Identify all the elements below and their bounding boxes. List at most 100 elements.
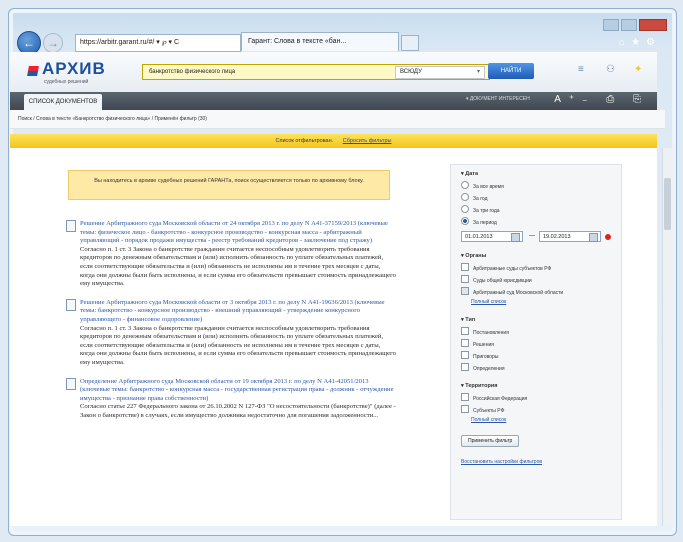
- date-separator: —: [529, 233, 535, 239]
- menu-icon[interactable]: ≡: [578, 64, 584, 75]
- result-title[interactable]: Решение Арбитражного суда Московской обл…: [80, 220, 396, 246]
- filter-group-header[interactable]: ▾ Территория: [461, 383, 611, 389]
- gear-icon[interactable]: ⚙: [646, 37, 661, 48]
- checkbox[interactable]: [461, 351, 469, 359]
- document-icon: [66, 220, 76, 232]
- tab-documents-list[interactable]: СПИСОК ДОКУМЕНТОВ: [24, 94, 102, 110]
- checkbox[interactable]: [461, 327, 469, 335]
- star-icon[interactable]: ★: [631, 37, 646, 48]
- flag-icon: [27, 66, 39, 76]
- scrollbar-thumb[interactable]: [664, 178, 671, 230]
- option-label: Арбитражный суд Московской области: [473, 290, 564, 296]
- territory-option[interactable]: Российская Федерация: [461, 393, 611, 405]
- option-label: За год: [473, 196, 488, 202]
- breadcrumb[interactable]: Поиск / Слова в тексте «Банкротство физи…: [10, 110, 665, 129]
- date-option[interactable]: За все время: [461, 181, 611, 193]
- home-icon[interactable]: ⌂: [619, 37, 631, 48]
- address-bar[interactable]: https://arbitr.garant.ru/#/ ▾ ℘ ▾ C: [75, 34, 241, 52]
- chevron-down-icon: ▾: [476, 69, 480, 75]
- filter-sidebar: ▾ Дата За все время За год За три года З…: [450, 164, 622, 520]
- toolbar: СПИСОК ДОКУМЕНТОВ ▾ ДОКУМЕНТ ИНТЕРЕСЕН A…: [10, 92, 657, 110]
- results-list: Решение Арбитражного суда Московской обл…: [66, 220, 396, 430]
- scrollbar[interactable]: [662, 148, 673, 526]
- option-label: За период: [473, 220, 497, 226]
- filter-group-header[interactable]: ▾ Тип: [461, 317, 611, 323]
- checkbox[interactable]: [461, 405, 469, 413]
- option-label: За три года: [473, 208, 500, 214]
- document-icon: [66, 377, 76, 390]
- filter-group-territory: ▾ Территория Российская Федерация Субъек…: [451, 377, 621, 429]
- type-option[interactable]: Решения: [461, 339, 611, 351]
- radio-button-selected[interactable]: [461, 217, 469, 225]
- territory-option[interactable]: Субъекты РФ: [461, 405, 611, 417]
- error-indicator-icon: [605, 234, 611, 240]
- new-tab-button[interactable]: [401, 35, 419, 51]
- logo-subtitle: судебных решений: [44, 79, 89, 85]
- find-button[interactable]: НАЙТИ: [488, 63, 534, 79]
- result-snippet: Согласно п. 1 ст. 3 Закона о банкротстве…: [80, 245, 396, 288]
- calendar-icon[interactable]: [511, 233, 520, 242]
- maximize-icon[interactable]: [621, 19, 637, 31]
- full-list-link[interactable]: Полный список: [471, 299, 611, 305]
- scope-value: ВСЮДУ: [400, 69, 422, 75]
- archive-notice: Вы находитесь в архиве судебных решений …: [68, 170, 390, 200]
- option-label: Приговоры: [473, 354, 499, 360]
- browser-tab[interactable]: Гарант: Слова в тексте «бан...: [241, 32, 399, 51]
- forward-icon[interactable]: →: [43, 33, 63, 53]
- option-label: Определения: [473, 366, 505, 372]
- date-range: 01.01.2013 — 19.02.2013: [461, 231, 611, 245]
- calendar-icon[interactable]: [589, 233, 598, 242]
- filter-status-bar: Список отфильтрован. Сбросить фильтры: [10, 134, 657, 148]
- minimize-icon[interactable]: [603, 19, 619, 31]
- option-label: Постановления: [473, 330, 509, 336]
- main-content: Вы находитесь в архиве судебных решений …: [10, 148, 657, 526]
- date-option[interactable]: За год: [461, 193, 611, 205]
- filter-group-header[interactable]: ▾ Органы: [461, 253, 611, 259]
- date-to-field[interactable]: 19.02.2013: [539, 231, 601, 242]
- list-item: Решение Арбитражного суда Московской обл…: [66, 220, 396, 289]
- date-from-field[interactable]: 01.01.2013: [461, 231, 523, 242]
- radio-button[interactable]: [461, 193, 469, 201]
- court-option[interactable]: Арбитражный суд Московской области: [461, 287, 611, 299]
- option-label: Арбитражные суды субъектов РФ: [473, 266, 552, 272]
- type-option[interactable]: Приговоры: [461, 351, 611, 363]
- result-snippet: Согласно статье 227 Федерального закона …: [80, 403, 396, 419]
- filter-group-header[interactable]: ▾ Дата: [461, 171, 611, 177]
- list-item: Определение Арбитражного суда Московской…: [66, 377, 396, 421]
- people-icon[interactable]: ⚇: [606, 64, 615, 75]
- restore-filters-link[interactable]: Восстановить настройки фильтров: [461, 459, 611, 465]
- court-option[interactable]: Суды общей юрисдикции: [461, 275, 611, 287]
- option-label: За все время: [473, 184, 504, 190]
- type-option[interactable]: Постановления: [461, 327, 611, 339]
- apply-filter-button[interactable]: Применить фильтр: [461, 435, 520, 447]
- option-label: Российская Федерация: [473, 396, 528, 402]
- window-controls: [601, 19, 667, 33]
- checkbox[interactable]: [461, 363, 469, 371]
- result-title[interactable]: Решение Арбитражного суда Московской обл…: [80, 299, 396, 325]
- checkbox[interactable]: [461, 263, 469, 271]
- filter-group-type: ▾ Тип Постановления Решения Приговоры Оп…: [451, 311, 621, 377]
- option-label: Субъекты РФ: [473, 408, 505, 414]
- light-icon[interactable]: ✦: [634, 64, 642, 75]
- radio-button[interactable]: [461, 181, 469, 189]
- app-header: АРХИВ судебных решений банкротство физич…: [10, 52, 657, 93]
- checkbox-checked[interactable]: [461, 287, 469, 295]
- option-label: Решения: [473, 342, 494, 348]
- court-option[interactable]: Арбитражные суды субъектов РФ: [461, 263, 611, 275]
- scope-select[interactable]: ВСЮДУ ▾: [395, 66, 485, 79]
- checkbox[interactable]: [461, 275, 469, 283]
- checkbox[interactable]: [461, 339, 469, 347]
- toolbar-link[interactable]: ▾ ДОКУМЕНТ ИНТЕРЕСЕН: [466, 96, 530, 102]
- date-option[interactable]: За три года: [461, 205, 611, 217]
- browser-icons: ⌂★⚙: [619, 37, 661, 48]
- radio-button[interactable]: [461, 205, 469, 213]
- logo[interactable]: АРХИВ судебных решений: [27, 58, 138, 86]
- toolbar-icons[interactable]: A⁺₋ ⎙ ⎘: [554, 94, 649, 105]
- result-title[interactable]: Определение Арбитражного суда Московской…: [80, 378, 396, 404]
- date-option[interactable]: За период: [461, 217, 611, 229]
- type-option[interactable]: Определения: [461, 363, 611, 375]
- close-icon[interactable]: [639, 19, 667, 31]
- full-list-link[interactable]: Полный список: [471, 417, 611, 423]
- reset-filters-link[interactable]: Сбросить фильтры: [343, 138, 392, 144]
- checkbox[interactable]: [461, 393, 469, 401]
